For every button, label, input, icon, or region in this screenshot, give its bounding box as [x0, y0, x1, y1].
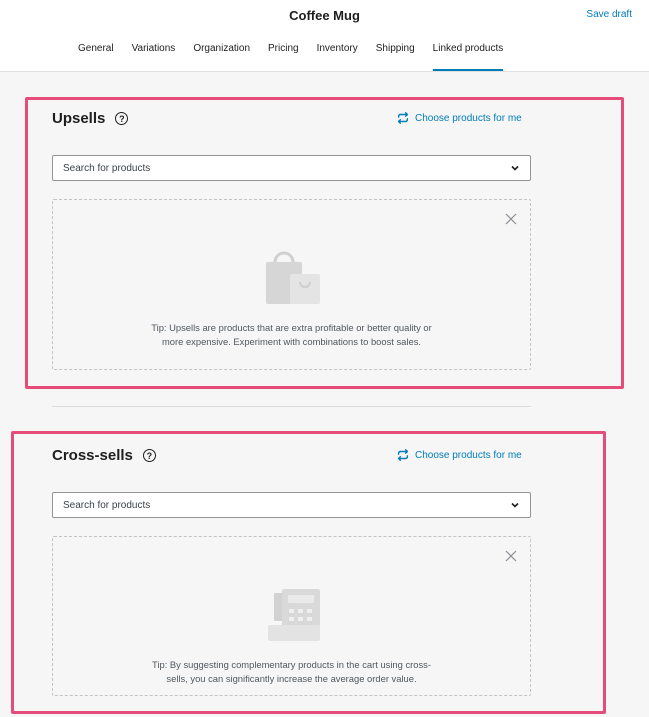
tab-linked-products[interactable]: Linked products: [432, 43, 503, 71]
tip-line: Tip: By suggesting complementary product…: [152, 659, 431, 670]
search-placeholder: Search for products: [63, 162, 151, 174]
crosssells-choose-products-button[interactable]: Choose products for me: [396, 448, 522, 462]
sync-icon: [397, 112, 409, 124]
close-icon[interactable]: [504, 549, 518, 563]
chevron-down-icon[interactable]: [510, 500, 520, 510]
section-divider: [52, 406, 531, 407]
tab-bar: General Variations Organization Pricing …: [78, 43, 503, 71]
chevron-down-icon[interactable]: [510, 163, 520, 173]
page-title: Coffee Mug: [289, 8, 360, 23]
search-placeholder: Search for products: [63, 499, 151, 511]
tab-inventory[interactable]: Inventory: [317, 43, 358, 71]
upsells-choose-products-button[interactable]: Choose products for me: [396, 111, 522, 125]
crosssells-search-input[interactable]: Search for products: [52, 492, 531, 518]
crosssells-empty-state: Tip: By suggesting complementary product…: [52, 536, 531, 696]
tab-variations[interactable]: Variations: [132, 43, 176, 71]
tab-shipping[interactable]: Shipping: [376, 43, 415, 71]
upsells-search-input[interactable]: Search for products: [52, 155, 531, 181]
shopping-bags-icon: [265, 251, 320, 304]
crosssells-tip: Tip: By suggesting complementary product…: [53, 658, 530, 685]
tip-line: sells, you can significantly increase th…: [166, 672, 417, 684]
upsells-title: Upsells: [52, 110, 106, 127]
upsells-empty-state: Tip: Upsells are products that are extra…: [52, 199, 531, 370]
sync-icon: [397, 449, 409, 461]
help-icon[interactable]: ?: [142, 449, 156, 462]
cash-register-icon: [267, 589, 320, 641]
tab-pricing[interactable]: Pricing: [268, 43, 299, 71]
help-icon[interactable]: ?: [115, 112, 129, 125]
choose-products-label: Choose products for me: [415, 112, 522, 124]
upsells-tip: Tip: Upsells are products that are extra…: [53, 321, 530, 348]
choose-products-label: Choose products for me: [415, 449, 522, 461]
tip-line: Tip: Upsells are products that are extra…: [151, 322, 432, 333]
tab-general[interactable]: General: [78, 43, 114, 71]
tip-line: more expensive. Experiment with combinat…: [162, 335, 421, 347]
close-icon[interactable]: [504, 212, 518, 226]
crosssells-title: Cross-sells: [52, 447, 133, 464]
save-draft-button[interactable]: Save draft: [586, 9, 632, 20]
upsells-header: Upsells ?: [52, 110, 129, 127]
header: Coffee Mug Save draft General Variations…: [0, 0, 649, 72]
crosssells-header: Cross-sells ?: [52, 447, 156, 464]
tab-organization[interactable]: Organization: [193, 43, 250, 71]
